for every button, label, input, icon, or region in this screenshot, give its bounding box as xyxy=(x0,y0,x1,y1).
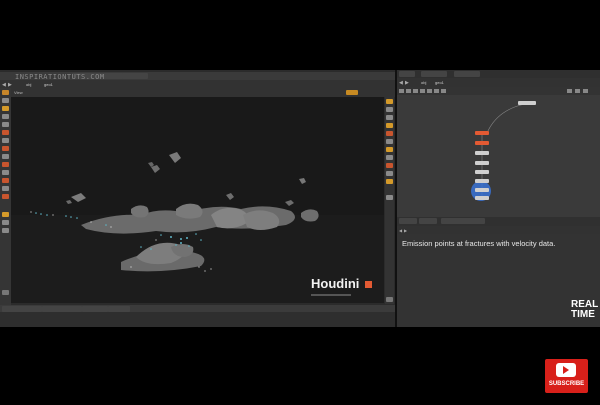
measure-icon[interactable] xyxy=(2,194,9,199)
net-forward-icon[interactable]: ▶ xyxy=(405,80,409,86)
tab-render-view[interactable] xyxy=(122,73,148,79)
display-camera-icon[interactable] xyxy=(386,163,393,168)
houdini-wordmark: Houdini xyxy=(311,276,360,291)
display-grid-icon[interactable] xyxy=(386,155,393,160)
fracture-debris-render xyxy=(11,152,384,303)
param-back-icon[interactable]: ◀ xyxy=(399,228,402,233)
node-source[interactable] xyxy=(518,101,536,105)
tab-parameters[interactable] xyxy=(399,218,417,224)
net-grid-icon[interactable] xyxy=(575,89,580,93)
viewer-display-options-button[interactable] xyxy=(346,90,358,95)
bottom-pane-tabs xyxy=(0,305,396,312)
node-8[interactable] xyxy=(475,196,489,200)
param-forward-icon[interactable]: ▶ xyxy=(404,228,407,233)
tab-geometry-spreadsheet[interactable] xyxy=(441,218,485,224)
display-wireframe-icon[interactable] xyxy=(386,107,393,112)
network-tab-bar xyxy=(397,70,600,78)
rotate-tool-icon[interactable] xyxy=(2,106,9,111)
play-triangle-icon xyxy=(563,366,569,374)
magnet-icon[interactable] xyxy=(2,162,9,167)
tab-material-palette-net[interactable] xyxy=(421,71,447,77)
display-lighting-icon[interactable] xyxy=(386,139,393,144)
viewer-display-toolbar xyxy=(385,97,394,304)
subscribe-label: SUBSCRIBE xyxy=(548,381,585,387)
node-3[interactable] xyxy=(475,151,489,155)
sticky-note-text: Emission points at fractures with veloci… xyxy=(402,239,556,248)
node-7[interactable] xyxy=(475,188,489,192)
houdini-tagline xyxy=(311,294,351,296)
display-normals-icon[interactable] xyxy=(386,123,393,128)
select-tool-icon[interactable] xyxy=(2,90,9,95)
light-icon[interactable] xyxy=(2,186,9,191)
realtime-logo: REAL TIME xyxy=(571,300,598,320)
node-4[interactable] xyxy=(475,161,489,165)
display-shading-icon[interactable] xyxy=(386,99,393,104)
node-6[interactable] xyxy=(475,179,489,183)
viewer-path-bar: ◀ ▶ obj geo1 xyxy=(0,80,395,89)
display-ghost-icon[interactable] xyxy=(386,131,393,136)
display-templates-icon[interactable] xyxy=(386,195,393,200)
net-path-obj[interactable]: obj xyxy=(421,80,426,85)
realtime-line2: TIME xyxy=(571,309,595,320)
points-mode-icon[interactable] xyxy=(2,220,9,225)
net-tool-5-icon[interactable] xyxy=(427,89,432,93)
net-tool-1-icon[interactable] xyxy=(399,89,404,93)
left-toolbar xyxy=(0,88,11,305)
net-tool-3-icon[interactable] xyxy=(413,89,418,93)
render-region-icon[interactable] xyxy=(2,170,9,175)
scene-viewport[interactable] xyxy=(11,97,384,303)
subscribe-button[interactable]: SUBSCRIBE xyxy=(545,359,588,393)
node-graph xyxy=(471,103,526,201)
houdini-logo: Houdini xyxy=(311,275,372,296)
bottom-pane xyxy=(0,312,396,327)
brush-tool-icon[interactable] xyxy=(2,146,9,151)
net-tool-6-icon[interactable] xyxy=(434,89,439,93)
net-back-icon[interactable]: ◀ xyxy=(399,80,403,86)
network-menu-bar xyxy=(397,87,600,95)
net-tool-2-icon[interactable] xyxy=(406,89,411,93)
selection-mode-icon[interactable] xyxy=(2,212,9,217)
display-isolate-icon[interactable] xyxy=(386,171,393,176)
display-points-icon[interactable] xyxy=(386,115,393,120)
tab-geo1[interactable] xyxy=(399,71,415,77)
display-bg-icon[interactable] xyxy=(386,147,393,152)
net-path-node[interactable]: geo1 xyxy=(435,80,444,85)
net-display-icon[interactable] xyxy=(567,89,572,93)
handle-tool-icon[interactable] xyxy=(2,138,9,143)
tab-asset-browser[interactable] xyxy=(454,71,480,77)
viewer-label: View xyxy=(14,90,23,95)
net-tool-7-icon[interactable] xyxy=(441,89,446,93)
snap-tool-icon[interactable] xyxy=(2,154,9,159)
parameter-tab-bar xyxy=(397,217,600,226)
pose-tool-icon[interactable] xyxy=(2,122,9,127)
network-editor[interactable] xyxy=(397,95,600,217)
path-obj[interactable]: obj xyxy=(26,82,31,87)
edges-mode-icon[interactable] xyxy=(2,228,9,233)
pin-icon[interactable] xyxy=(2,290,9,295)
display-handles-icon[interactable] xyxy=(386,179,393,184)
path-node[interactable]: geo1 xyxy=(44,82,53,87)
net-tool-4-icon[interactable] xyxy=(420,89,425,93)
view-tool-icon[interactable] xyxy=(2,130,9,135)
scale-tool-icon[interactable] xyxy=(2,114,9,119)
net-help-icon[interactable] xyxy=(583,89,588,93)
network-toolbar: ◀ ▶ obj geo1 xyxy=(397,78,600,87)
tab-tree-view[interactable] xyxy=(419,218,437,224)
camera-icon[interactable] xyxy=(2,178,9,183)
parameter-path-bar: ◀ ▶ xyxy=(397,226,600,234)
node-5[interactable] xyxy=(475,170,489,174)
node-1[interactable] xyxy=(475,131,489,135)
display-layout-icon[interactable] xyxy=(386,297,393,302)
viewer-header: View xyxy=(11,89,395,97)
move-tool-icon[interactable] xyxy=(2,98,9,103)
node-2[interactable] xyxy=(475,141,489,145)
houdini-swirl-icon xyxy=(364,281,372,288)
